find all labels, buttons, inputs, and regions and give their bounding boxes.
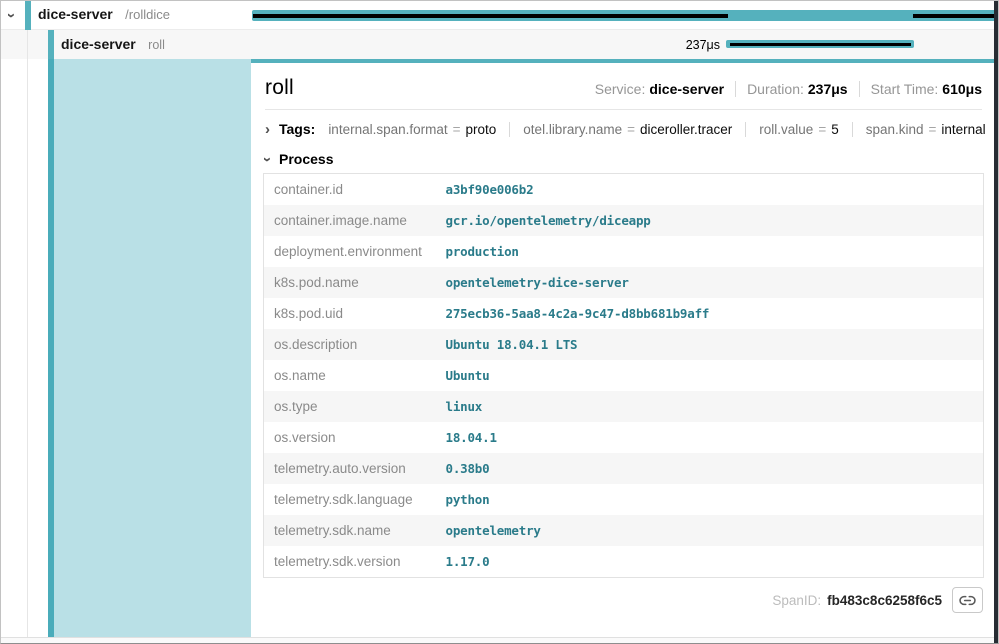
- summary-service: Service:dice-server: [595, 81, 724, 97]
- spanid-value: fb483c8c6258f6c5: [827, 593, 942, 608]
- span-detail-row: roll Service:dice-server Duration:237μs St…: [1, 59, 998, 637]
- header-divider: [265, 109, 982, 110]
- detail-header: roll Service:dice-server Duration:237μs St…: [263, 74, 984, 100]
- tag-item: otel.library.name=diceroller.tracer: [509, 122, 732, 137]
- span-row-roll-selected[interactable]: dice-server roll 237μs: [1, 30, 998, 59]
- detail-footer: SpanID: fb483c8c6258f6c5: [263, 587, 984, 613]
- chevron-down-icon: ›: [260, 157, 275, 162]
- process-table-row: deployment.environmentproduction: [264, 236, 984, 267]
- selected-span-rail: [1, 59, 251, 637]
- span-color-bar: [48, 30, 54, 59]
- copy-span-link-button[interactable]: [952, 587, 983, 613]
- span-bar-rolldice[interactable]: [252, 10, 997, 21]
- span-detail-panel: roll Service:dice-server Duration:237μs St…: [251, 59, 998, 637]
- process-table-row: container.image.namegcr.io/opentelemetry…: [264, 205, 984, 236]
- operation-name: roll: [148, 38, 165, 52]
- span-bar-roll[interactable]: [726, 40, 914, 48]
- tag-item: roll.value=5: [745, 122, 838, 137]
- tags-label: Tags:: [279, 121, 315, 137]
- chevron-right-icon: ›: [265, 122, 270, 137]
- critical-path-segment: [730, 43, 911, 46]
- service-name: dice-server: [61, 36, 136, 52]
- link-icon: [959, 593, 976, 608]
- process-table-row: telemetry.sdk.nameopentelemetry: [264, 515, 984, 546]
- process-table-row: telemetry.auto.version0.38b0: [264, 453, 984, 484]
- summary-start-time: Start Time:610μs: [859, 81, 982, 97]
- tag-item: internal.span.format=proto: [328, 122, 496, 137]
- process-table-row: os.descriptionUbuntu 18.04.1 LTS: [264, 329, 984, 360]
- process-table-row: k8s.pod.nameopentelemetry-dice-server: [264, 267, 984, 298]
- indent-guide: [27, 59, 28, 637]
- summary-duration: Duration:237μs: [735, 81, 848, 97]
- service-name: dice-server: [38, 6, 113, 22]
- selected-span-highlight: [54, 59, 251, 637]
- critical-path-segment: [913, 14, 997, 18]
- collapse-children-chevron-icon[interactable]: ›: [4, 13, 19, 18]
- page-bottom-strip: [1, 637, 998, 644]
- process-table-row: telemetry.sdk.languagepython: [264, 484, 984, 515]
- span-row-rolldice[interactable]: › dice-server /rolldice: [1, 1, 998, 30]
- span-row-label: dice-server roll: [61, 36, 165, 54]
- process-table-row: os.typelinux: [264, 391, 984, 422]
- spanid-label: SpanID:: [772, 593, 821, 608]
- window-edge: [994, 1, 998, 643]
- span-summary: Service:dice-server Duration:237μs Start T…: [595, 81, 982, 97]
- process-table-row: container.ida3bf90e006b2: [264, 174, 984, 206]
- tags-accordion-header[interactable]: › Tags: internal.span.format=proto otel.…: [263, 121, 984, 137]
- summary-start-value: 610μs: [942, 81, 982, 97]
- critical-path-segment: [253, 14, 728, 18]
- process-label: Process: [279, 151, 333, 167]
- summary-duration-value: 237μs: [808, 81, 848, 97]
- span-rows: › dice-server /rolldice dice-server roll…: [1, 1, 998, 59]
- process-accordion-header[interactable]: › Process: [263, 151, 984, 167]
- process-table-row: k8s.pod.uid275ecb36-5aa8-4c2a-9c47-d8bb6…: [264, 298, 984, 329]
- jaeger-trace-detail-view: › dice-server /rolldice dice-server roll…: [0, 0, 999, 644]
- tag-item: span.kind=internal: [852, 122, 986, 137]
- process-table-row: os.nameUbuntu: [264, 360, 984, 391]
- span-title: roll: [265, 76, 294, 100]
- summary-service-value: dice-server: [649, 81, 724, 97]
- span-color-bar: [25, 1, 31, 30]
- span-duration-label: 237μs: [620, 38, 720, 52]
- process-table-row: os.version18.04.1: [264, 422, 984, 453]
- process-table-row: telemetry.sdk.version1.17.0: [264, 546, 984, 578]
- span-row-label: dice-server /rolldice: [38, 6, 170, 24]
- indent-guide: [27, 30, 28, 59]
- process-table: container.ida3bf90e006b2 container.image…: [263, 173, 984, 578]
- operation-name: /rolldice: [125, 7, 170, 22]
